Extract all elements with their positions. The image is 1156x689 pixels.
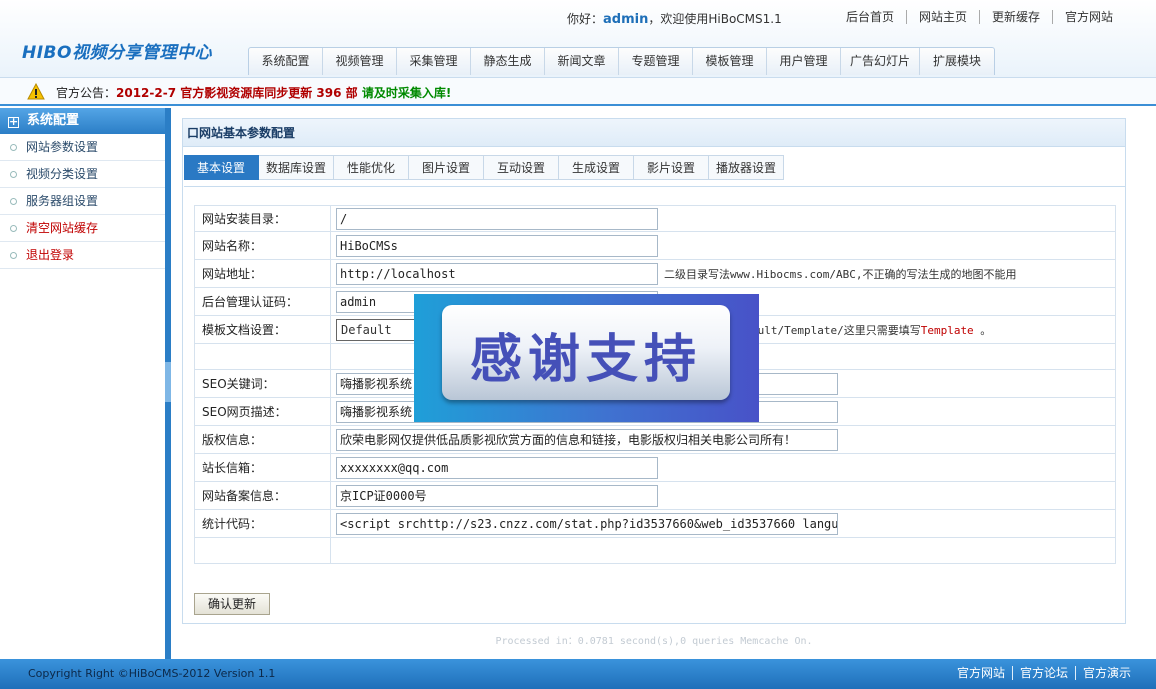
sidebar-item-label: 视频分类设置 xyxy=(26,167,99,181)
stats-code-input[interactable]: <script srchttp://s23.cnzz.com/stat.php?… xyxy=(336,512,838,535)
field-label: 统计代码： xyxy=(194,509,331,538)
tab-performance[interactable]: 性能优化 xyxy=(334,155,409,180)
site-url-hint: 二级目录写法www.Hibocms.com/ABC,不正确的写法生成的地图不能用 xyxy=(664,267,1017,281)
tab-movie[interactable]: 影片设置 xyxy=(634,155,709,180)
logo: HIBO视频分享管理中心 xyxy=(22,43,212,63)
field-label: 网站安装目录： xyxy=(194,205,331,232)
notice-main: 2012-2-7 官方影视资源库同步更新 396 部 xyxy=(116,86,358,100)
bullet-icon xyxy=(10,198,17,205)
field-label: 后台管理认证码： xyxy=(194,287,331,316)
field-label: SEO关键词： xyxy=(194,369,331,398)
top-link-admin-home[interactable]: 后台首页 xyxy=(834,10,908,24)
field-label: 网站名称： xyxy=(194,231,331,260)
nav-user-manage[interactable]: 用户管理 xyxy=(767,48,841,75)
tab-generate[interactable]: 生成设置 xyxy=(559,155,634,180)
notice-label: 官方公告： xyxy=(56,86,117,100)
notice-text: 2012-2-7 官方影视资源库同步更新 396 部 请及时采集入库! xyxy=(116,84,451,101)
collapse-handle-icon[interactable] xyxy=(165,362,171,402)
tab-basic[interactable]: 基本设置 xyxy=(184,155,259,180)
template-hint-highlight: Template xyxy=(920,323,974,337)
nav-extensions[interactable]: 扩展模块 xyxy=(920,48,994,75)
sidebar-splitter[interactable] xyxy=(165,108,171,659)
field-label: 模板文档设置： xyxy=(194,315,331,344)
email-input[interactable]: xxxxxxxx@qq.com xyxy=(336,456,658,479)
nav-static-generate[interactable]: 静态生成 xyxy=(471,48,545,75)
welcome-suffix: ，欢迎使用HiBoCMS1.1 xyxy=(648,12,782,26)
empty-cell xyxy=(194,537,331,564)
sidebar-item-logout[interactable]: 退出登录 xyxy=(0,242,165,269)
footer-link-official-site[interactable]: 官方网站 xyxy=(950,666,1012,680)
warning-icon xyxy=(27,83,45,100)
sidebar-header[interactable]: + 系统配置 xyxy=(0,108,165,134)
notice-tail: 请及时采集入库! xyxy=(357,86,452,100)
sidebar-item-label: 网站参数设置 xyxy=(26,140,99,154)
tab-interaction[interactable]: 互动设置 xyxy=(484,155,559,180)
template-hint-end: 。 xyxy=(973,323,992,337)
bullet-icon xyxy=(10,144,17,151)
empty-cell xyxy=(194,343,331,370)
sidebar: + 系统配置 网站参数设置 视频分类设置 服务器组设置 清空网站缓存 退出登录 xyxy=(0,108,166,659)
thanks-text: 感谢支持 xyxy=(469,330,702,390)
tab-divider xyxy=(184,186,1126,187)
nav-collect-manage[interactable]: 采集管理 xyxy=(397,48,471,75)
site-name-input[interactable]: HiBoCMSs xyxy=(336,234,658,257)
welcome-prefix: 你好： xyxy=(567,12,604,26)
footer: Copyright Right ©HiBoCMS-2012 Version 1.… xyxy=(0,659,1156,689)
settings-tabs: 基本设置 数据库设置 性能优化 图片设置 互动设置 生成设置 影片设置 播放器设… xyxy=(184,155,784,180)
copyright-text: Copyright Right ©HiBoCMS-2012 Version 1.… xyxy=(28,667,276,680)
tab-player[interactable]: 播放器设置 xyxy=(709,155,784,180)
expand-icon: + xyxy=(8,115,19,128)
thanks-image: 感谢支持 xyxy=(414,294,759,422)
sidebar-item-label: 服务器组设置 xyxy=(26,194,99,208)
top-links: 后台首页 网站主页 更新缓存 官方网站 xyxy=(834,10,1125,24)
top-link-site-home[interactable]: 网站主页 xyxy=(907,10,981,24)
template-select[interactable]: Default xyxy=(336,318,426,341)
nav-template-manage[interactable]: 模板管理 xyxy=(693,48,767,75)
footer-link-demo[interactable]: 官方演示 xyxy=(1075,666,1138,680)
sidebar-item-label: 退出登录 xyxy=(26,248,75,262)
notice-bar: 官方公告： 2012-2-7 官方影视资源库同步更新 396 部 请及时采集入库… xyxy=(0,78,1156,106)
footer-link-forum[interactable]: 官方论坛 xyxy=(1012,666,1075,680)
nav-ads-slides[interactable]: 广告幻灯片 xyxy=(841,48,921,75)
top-link-update-cache[interactable]: 更新缓存 xyxy=(980,10,1054,24)
sidebar-item-site-params[interactable]: 网站参数设置 xyxy=(0,134,165,161)
field-label: 版权信息： xyxy=(194,425,331,454)
field-label: 站长信箱： xyxy=(194,453,331,482)
header: HIBO视频分享管理中心 你好：admin，欢迎使用HiBoCMS1.1 后台首… xyxy=(0,0,1156,78)
sidebar-title: 系统配置 xyxy=(27,113,80,128)
top-link-official-site[interactable]: 官方网站 xyxy=(1053,10,1125,24)
bullet-icon xyxy=(10,171,17,178)
sidebar-item-clear-cache[interactable]: 清空网站缓存 xyxy=(0,215,165,242)
sidebar-item-video-category[interactable]: 视频分类设置 xyxy=(0,161,165,188)
copyright-input[interactable]: 欣荣电影网仅提供低品质影视欣赏方面的信息和链接，电影版权归相关电影公司所有！ xyxy=(336,428,838,451)
install-dir-input[interactable]: / xyxy=(336,207,658,230)
sidebar-item-label: 清空网站缓存 xyxy=(26,221,99,235)
field-label: 网站地址： xyxy=(194,259,331,288)
nav-topic-manage[interactable]: 专题管理 xyxy=(619,48,693,75)
processed-info: Processed in：0.0781 second(s),0 queries … xyxy=(495,636,813,647)
empty-cell xyxy=(330,537,1116,564)
nav-video-manage[interactable]: 视频管理 xyxy=(323,48,397,75)
bullet-icon xyxy=(10,225,17,232)
bullet-icon xyxy=(10,252,17,259)
page-title: 口网站基本参数配置 xyxy=(183,119,1125,147)
main-nav: 系统配置 视频管理 采集管理 静态生成 新闻文章 专题管理 模板管理 用户管理 … xyxy=(248,47,996,75)
thanks-plate: 感谢支持 xyxy=(442,305,730,400)
username: admin xyxy=(603,12,649,27)
icp-input[interactable]: 京ICP证0000号 xyxy=(336,484,658,507)
footer-links: 官方网站 官方论坛 官方演示 xyxy=(950,666,1138,680)
site-url-input[interactable]: http://localhost xyxy=(336,262,658,285)
field-label: SEO网页描述： xyxy=(194,397,331,426)
confirm-update-button[interactable]: 确认更新 xyxy=(194,593,270,615)
nav-news-articles[interactable]: 新闻文章 xyxy=(545,48,619,75)
sidebar-item-server-group[interactable]: 服务器组设置 xyxy=(0,188,165,215)
tab-database[interactable]: 数据库设置 xyxy=(259,155,334,180)
tab-image[interactable]: 图片设置 xyxy=(409,155,484,180)
welcome-text: 你好：admin，欢迎使用HiBoCMS1.1 xyxy=(567,10,782,27)
nav-system-config[interactable]: 系统配置 xyxy=(249,48,323,75)
field-label: 网站备案信息： xyxy=(194,481,331,510)
